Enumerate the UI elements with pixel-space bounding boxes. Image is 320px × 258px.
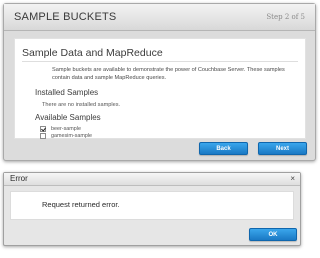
available-samples-heading: Available Samples <box>35 113 101 122</box>
gamesim-sample-checkbox[interactable] <box>40 132 46 139</box>
dialog-header: SAMPLE BUCKETS Step 2 of 5 <box>4 4 315 31</box>
error-message: Request returned error. <box>42 200 120 209</box>
sample-option-beer[interactable]: beer-sample <box>40 125 81 132</box>
sample-option-gamesim[interactable]: gamesim-sample <box>40 132 92 139</box>
error-dialog-body: Request returned error. <box>10 191 294 220</box>
error-dialog-header: Error × <box>4 173 300 186</box>
close-icon[interactable]: × <box>290 174 295 184</box>
back-button[interactable]: Back <box>199 142 248 155</box>
sample-label: beer-sample <box>51 125 81 132</box>
beer-sample-checkbox[interactable] <box>40 125 46 132</box>
next-button[interactable]: Next <box>258 142 307 155</box>
step-indicator: Step 2 of 5 <box>266 13 305 21</box>
ok-button[interactable]: OK <box>249 228 297 241</box>
error-dialog: Error × Request returned error. OK <box>3 172 301 246</box>
error-dialog-title: Error <box>10 174 28 183</box>
divider <box>22 61 298 62</box>
dialog-content: Sample Data and MapReduce Sample buckets… <box>14 38 306 139</box>
sample-buckets-dialog: SAMPLE BUCKETS Step 2 of 5 Sample Data a… <box>3 3 316 161</box>
page: SAMPLE BUCKETS Step 2 of 5 Sample Data a… <box>0 0 320 258</box>
installed-samples-heading: Installed Samples <box>35 88 99 97</box>
section-title: Sample Data and MapReduce <box>22 47 163 59</box>
no-installed-samples-text: There are no installed samples. <box>42 102 121 108</box>
sample-label: gamesim-sample <box>51 132 93 139</box>
intro-text: Sample buckets are available to demonstr… <box>52 67 285 81</box>
dialog-title: SAMPLE BUCKETS <box>14 11 117 23</box>
